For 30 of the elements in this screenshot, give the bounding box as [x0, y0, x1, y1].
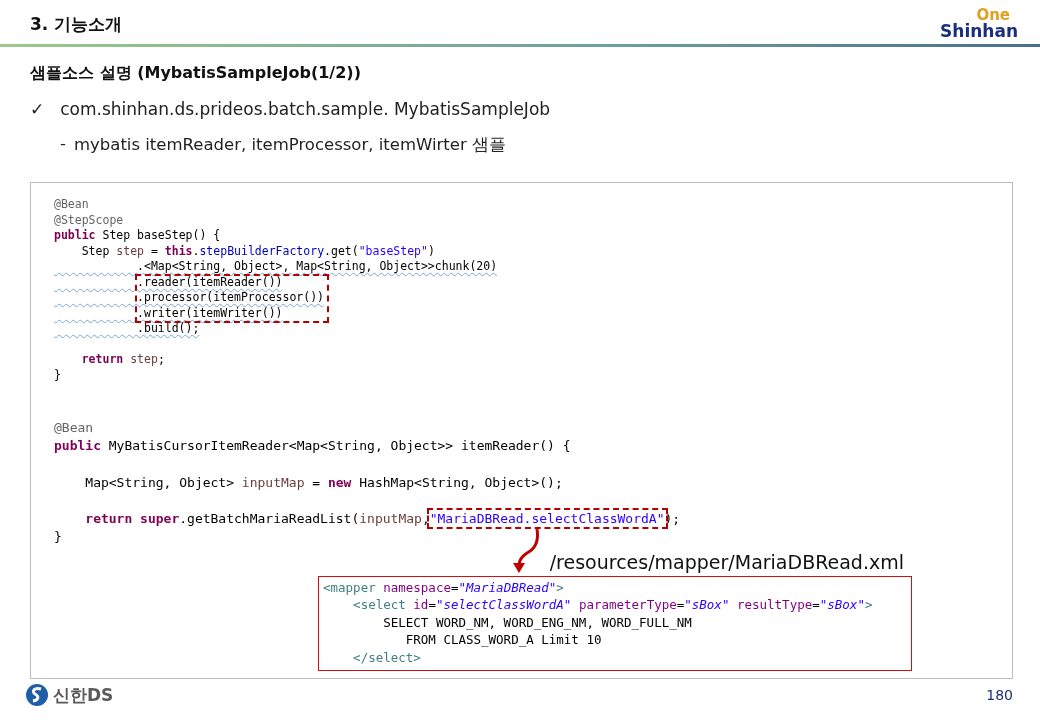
- code-line: @StepScope: [54, 212, 125, 229]
- code-line: return step;: [80, 352, 166, 368]
- code-line: <select id="selectClassWordA" parameterType="sBox" resultType="sBox">: [352, 596, 874, 614]
- code-line: FROM CLASS_WORD_A Limit 10: [404, 631, 603, 649]
- bullet-text: com.shinhan.ds.prideos.batch.sample. MybatisSampleJob: [60, 99, 551, 119]
- code-line: public MyBatisCursorItemReader<Map<String, Object>> itemReader() {: [54, 437, 572, 456]
- code-line: .writer(itemWriter()): [136, 305, 284, 322]
- code-line: @Bean: [54, 419, 95, 438]
- code-line: }: [54, 528, 63, 547]
- file-path: /resources/mapper/MariaDBRead.xml: [548, 550, 905, 573]
- code-line: public Step baseStep() {: [54, 228, 222, 244]
- code-line: .processor(itemProcessor()): [136, 290, 326, 306]
- check-mark: ✓: [30, 99, 45, 119]
- code-line: .build();: [136, 321, 201, 337]
- dash-mark: -: [60, 134, 66, 155]
- code-line: }: [54, 367, 62, 384]
- code-line: <mapper namespace="MariaDBRead">: [323, 578, 565, 596]
- company-name: 신한DS: [53, 683, 114, 707]
- code-line: @Bean: [54, 197, 90, 213]
- code-line: </select>: [352, 648, 422, 666]
- code-line: Map<String, Object> inputMap = new HashMap<String, Object>();: [84, 473, 564, 492]
- code-line: Step step = this.stepBuilderFactory.get("baseStep"): [80, 243, 436, 260]
- section-heading: 샘플소스 설명 (MybatisSampleJob(1/2)): [30, 63, 362, 84]
- logo: One Shinhan: [940, 8, 1018, 40]
- bullet-text: mybatis itemReader, itemProcessor, itemWirter 샘플: [73, 134, 506, 156]
- code-line: SELECT WORD_NM, WORD_ENG_NM, WORD_FULL_NM: [382, 613, 693, 631]
- page-number: 180: [986, 687, 1013, 703]
- code-line: .<Map<String, Object>, Map<String, Object>>chunk(20): [136, 259, 498, 275]
- slide-title: 3. 기능소개: [30, 13, 123, 36]
- code-line: .reader(itemReader()): [136, 274, 284, 291]
